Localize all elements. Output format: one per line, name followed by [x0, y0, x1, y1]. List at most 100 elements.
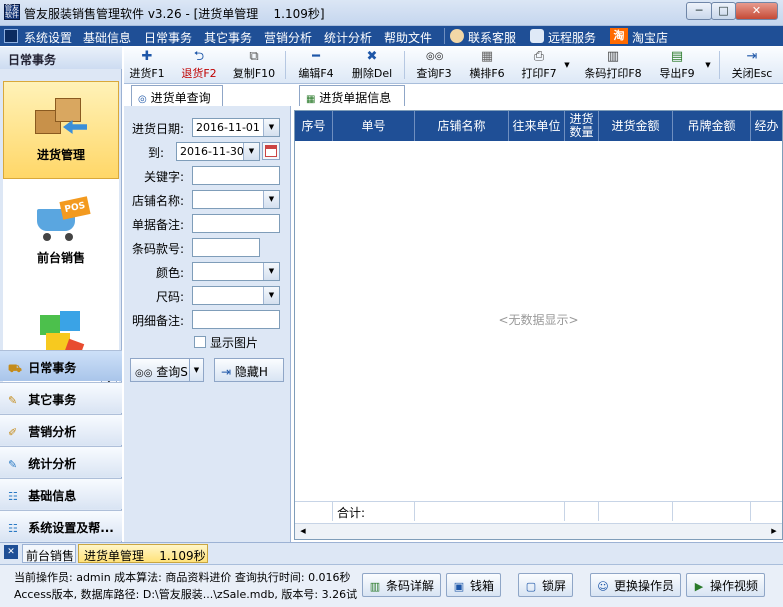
menu-remote-service[interactable]: 远程服务 [548, 29, 596, 46]
barcode-style-input[interactable] [192, 238, 260, 257]
menu-help-files[interactable]: 帮助文件 [384, 29, 432, 46]
nav-settings-help[interactable]: ☷ 系统设置及帮... [0, 510, 122, 541]
maximize-button[interactable]: □ [711, 2, 736, 20]
chevron-down-icon[interactable]: ▼ [263, 191, 279, 208]
detail-note-input[interactable] [192, 310, 280, 329]
return-icon: ⮌ [193, 49, 205, 64]
size-select[interactable]: ▼ [192, 286, 280, 305]
keyword-input[interactable] [192, 166, 280, 185]
switch-operator-button[interactable]: ☺ 更换操作员 [590, 573, 682, 597]
nav-item-front-sales[interactable]: POS 前台销售 [3, 189, 119, 289]
menu-daily-tasks[interactable]: 日常事务 [144, 29, 192, 46]
nav-item-stock-management[interactable]: 进货管理 [3, 81, 119, 179]
nav-other-tasks[interactable]: ✎ 其它事务 [0, 382, 122, 413]
lock-screen-button[interactable]: ▢ 锁屏 [518, 573, 574, 597]
barcode-style-label: 条码款号: [132, 242, 185, 256]
menu-statistics-analysis[interactable]: 统计分析 [324, 29, 372, 46]
close-window-button[interactable]: ✕ [735, 2, 778, 20]
navigation-panel: 日常事务 进货管理 POS 前台销售 ⛟ 日常事务 ✎ 其它事务 ✐ 营销分析 … [0, 47, 122, 542]
menu-taobao-store[interactable]: 淘宝店 [632, 29, 668, 46]
close-button[interactable]: ⇥ 关闭Esc [727, 47, 777, 83]
tab-purchase-list[interactable]: ▦ 进货单据信息 [299, 85, 405, 106]
copy-button[interactable]: ⧉ 复制F10 [231, 47, 277, 83]
tab-front-sales[interactable]: 前台销售 [22, 544, 76, 563]
print-button[interactable]: ⎙ 打印F7 [519, 47, 559, 83]
delete-label: 删除Del [351, 67, 393, 80]
edit-button[interactable]: ━ 编辑F4 [296, 47, 336, 83]
chevron-down-icon[interactable]: ▼ [243, 143, 259, 160]
nav-statistics-label: 统计分析 [28, 457, 77, 471]
chevron-down-icon[interactable]: ▼ [263, 263, 279, 280]
hide-panel-label: 隐藏H [234, 365, 268, 379]
shop-name-select[interactable]: ▼ [192, 190, 280, 209]
edit-icon: ━ [312, 49, 320, 64]
tab-purchase-query[interactable]: ◎ 进货单查询 [131, 85, 223, 106]
show-image-checkbox[interactable] [194, 336, 206, 348]
column-header[interactable]: 进货数量 [565, 111, 599, 141]
column-header[interactable]: 店铺名称 [415, 111, 509, 141]
nav-statistics[interactable]: ✎ 统计分析 [0, 446, 122, 477]
column-header[interactable]: 序号 [295, 111, 333, 141]
total-cell [599, 502, 673, 521]
chevron-down-icon[interactable]: ▼ [189, 359, 203, 381]
query-submit-button[interactable]: ◎◎ 查询S ▼ [130, 358, 204, 382]
menu-separator [444, 28, 445, 44]
color-label: 颜色: [156, 266, 185, 280]
barcode-detail-button[interactable]: ▥ 条码详解 [362, 573, 442, 597]
scroll-left-icon[interactable]: ◀ [297, 526, 309, 537]
print-dropdown-button[interactable]: ▼ [561, 47, 573, 83]
column-header[interactable]: 往来单位 [509, 111, 565, 141]
delete-icon: ✖ [366, 49, 378, 64]
barcode-print-button[interactable]: ▥ 条码打印F8 [580, 47, 646, 83]
nav-daily-tasks[interactable]: ⛟ 日常事务 [0, 350, 122, 381]
tab-purchase-management[interactable]: 进货单管理 1.109秒 [78, 544, 208, 563]
tutorial-video-button[interactable]: ▶ 操作视频 [686, 573, 766, 597]
total-cell [565, 502, 599, 521]
horizontal-layout-button[interactable]: ▦ 横排F6 [466, 47, 508, 83]
query-label: 查询F3 [416, 67, 452, 80]
nav-basic-info[interactable]: ☷ 基础信息 [0, 478, 122, 509]
export-button[interactable]: ▤ 导出F9 [656, 47, 698, 83]
export-dropdown-button[interactable]: ▼ [702, 47, 714, 83]
menu-basic-info[interactable]: 基础信息 [83, 29, 131, 46]
query-submit-label: 查询S [156, 365, 188, 379]
menu-system-settings[interactable]: 系统设置 [24, 29, 72, 46]
nav-header: 日常事务 [0, 47, 122, 69]
menu-other-tasks[interactable]: 其它事务 [204, 29, 252, 46]
customer-service-icon [450, 29, 464, 43]
minimize-button[interactable]: ─ [686, 2, 712, 20]
menu-app-icon [4, 29, 18, 43]
nav-marketing[interactable]: ✐ 营销分析 [0, 414, 122, 445]
horizontal-layout-label: 横排F6 [469, 67, 505, 80]
stock-in-button[interactable]: ✚ 进货F1 [128, 47, 166, 83]
nav-marketing-label: 营销分析 [28, 425, 77, 439]
scroll-right-icon[interactable]: ▶ [768, 526, 780, 537]
menu-marketing-analysis[interactable]: 营销分析 [264, 29, 312, 46]
close-tab-icon[interactable]: ✕ [4, 545, 18, 559]
horizontal-scrollbar[interactable]: ◀ ▶ [295, 523, 782, 539]
document-note-input[interactable] [192, 214, 280, 233]
return-button[interactable]: ⮌ 退货F2 [179, 47, 219, 83]
basic-info-icon: ☷ [8, 490, 18, 503]
chevron-down-icon[interactable]: ▼ [263, 287, 279, 304]
menu-contact-support[interactable]: 联系客服 [468, 29, 516, 46]
calendar-icon[interactable] [262, 142, 280, 160]
edit-label: 编辑F4 [298, 67, 334, 80]
cashbox-button[interactable]: ▣ 钱箱 [446, 573, 502, 597]
date-from-picker[interactable]: 2016-11-01 ▼ [192, 118, 280, 137]
close-label: 关闭Esc [731, 67, 773, 80]
pos-cart-icon: POS [31, 195, 91, 245]
hide-panel-button[interactable]: ⇥ 隐藏H [214, 358, 284, 382]
color-select[interactable]: ▼ [192, 262, 280, 281]
total-cell [295, 502, 333, 521]
query-button[interactable]: ◎◎ 查询F3 [414, 47, 454, 83]
nav-basic-info-label: 基础信息 [28, 489, 77, 503]
keyword-label: 关键字: [144, 170, 185, 184]
date-to-picker[interactable]: 2016-11-30 ▼ [176, 142, 260, 161]
column-header[interactable]: 单号 [333, 111, 415, 141]
chevron-down-icon[interactable]: ▼ [263, 119, 279, 136]
column-header[interactable]: 进货金额 [599, 111, 673, 141]
column-header[interactable]: 经办 [751, 111, 782, 141]
delete-button[interactable]: ✖ 删除Del [349, 47, 395, 83]
column-header[interactable]: 吊牌金额 [673, 111, 751, 141]
